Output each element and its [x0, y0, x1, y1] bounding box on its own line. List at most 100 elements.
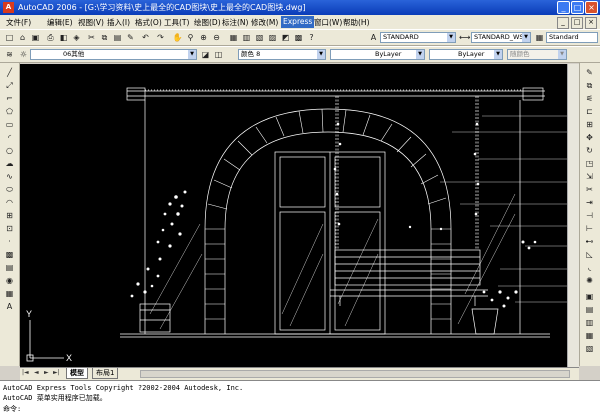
dim-style-select[interactable]: STANDARD_WS ▼	[471, 32, 531, 43]
polygon-icon[interactable]: ⬠	[4, 106, 15, 117]
ellipse-icon[interactable]: ⬭	[4, 184, 15, 195]
trim-icon[interactable]: ✂	[584, 184, 595, 195]
designcenter-icon[interactable]: ▥	[241, 32, 252, 43]
tab-layout1[interactable]: 布局1	[92, 368, 119, 379]
menu-file[interactable]: 文件(F)	[6, 17, 31, 28]
close-button[interactable]: ×	[585, 1, 598, 14]
linetype-select[interactable]: ByLayer ▼	[330, 49, 425, 60]
layer-manager-icon[interactable]: ≋	[4, 49, 15, 60]
paste-icon[interactable]: ▤	[112, 32, 123, 43]
doc-restore-button[interactable]: □	[571, 17, 583, 29]
doc-minimize-button[interactable]: _	[557, 17, 569, 29]
preview-icon[interactable]: ◧	[58, 32, 69, 43]
menu-draw[interactable]: 绘图(D)	[194, 17, 221, 28]
chamfer-icon[interactable]: ◺	[584, 249, 595, 260]
make-block-icon[interactable]: ⊡	[4, 223, 15, 234]
explode-icon[interactable]: ✺	[584, 275, 595, 286]
mtext-icon[interactable]: A	[4, 301, 15, 312]
menu-modify[interactable]: 修改(M)	[251, 17, 278, 28]
matchprop-icon[interactable]: ✎	[125, 32, 136, 43]
draworder-back-icon[interactable]: ▥	[584, 317, 595, 328]
vertical-scrollbar[interactable]	[567, 64, 579, 367]
horizontal-scrollbar[interactable]	[140, 370, 570, 378]
draworder-front-icon[interactable]: ▤	[584, 304, 595, 315]
first-tab-button[interactable]: |◄	[22, 369, 29, 376]
insert-block-icon[interactable]: ⊞	[4, 210, 15, 221]
join-icon[interactable]: ⊷	[584, 236, 595, 247]
properties-icon[interactable]: ▦	[228, 32, 239, 43]
menu-help[interactable]: 帮助(H)	[343, 17, 370, 28]
point-icon[interactable]: ·	[4, 236, 15, 247]
gradient-icon[interactable]: ▤	[4, 262, 15, 273]
markup-icon[interactable]: ◩	[280, 32, 291, 43]
line-icon[interactable]: ╱	[4, 67, 15, 78]
scale-icon[interactable]: ◳	[584, 158, 595, 169]
plot-icon[interactable]: ⎙	[45, 32, 56, 43]
menu-view[interactable]: 视图(V)	[78, 17, 104, 28]
menu-format[interactable]: 格式(O)	[135, 17, 162, 28]
menu-tools[interactable]: 工具(T)	[164, 17, 189, 28]
mirror-icon[interactable]: ⚟	[584, 93, 595, 104]
move-icon[interactable]: ✥	[584, 132, 595, 143]
zoom-realtime-icon[interactable]: ⚲	[185, 32, 196, 43]
text-front-icon[interactable]: ▦	[584, 330, 595, 341]
table-style-select[interactable]: Standard	[546, 32, 598, 43]
quickcalc-icon[interactable]: ▩	[293, 32, 304, 43]
sheetset-icon[interactable]: ▨	[267, 32, 278, 43]
arc-icon[interactable]: ◜	[4, 132, 15, 143]
break-icon[interactable]: ⊢	[584, 223, 595, 234]
prev-tab-button[interactable]: ◄	[34, 369, 39, 376]
rotate-icon[interactable]: ↻	[584, 145, 595, 156]
bring-above-icon[interactable]: ▧	[584, 343, 595, 354]
publish-icon[interactable]: ◈	[71, 32, 82, 43]
plotstyle-select[interactable]: 随颜色 ▼	[507, 49, 567, 60]
revcloud-icon[interactable]: ☁	[4, 158, 15, 169]
stretch-icon[interactable]: ⇲	[584, 171, 595, 182]
last-tab-button[interactable]: ►|	[53, 369, 60, 376]
erase-icon[interactable]: ✎	[584, 67, 595, 78]
lineweight-select[interactable]: ByLayer ▼	[429, 49, 503, 60]
redo-icon[interactable]: ↷	[155, 32, 166, 43]
zoom-window-icon[interactable]: ⊕	[198, 32, 209, 43]
rectangle-icon[interactable]: ▭	[4, 119, 15, 130]
extend-icon[interactable]: ⇥	[584, 197, 595, 208]
menu-window[interactable]: 窗口(W)	[314, 17, 342, 28]
tab-model[interactable]: 模型	[66, 368, 88, 379]
circle-icon[interactable]: ○	[4, 145, 15, 156]
new-icon[interactable]: □	[4, 32, 15, 43]
layer-previous-icon[interactable]: ◫	[213, 49, 224, 60]
toolpalettes-icon[interactable]: ▧	[254, 32, 265, 43]
make-current-icon[interactable]: ◪	[200, 49, 211, 60]
text-style-select[interactable]: STANDARD ▼	[380, 32, 456, 43]
break-point-icon[interactable]: ⊣	[584, 210, 595, 221]
open-icon[interactable]: ⌂	[17, 32, 28, 43]
region-icon[interactable]: ◉	[4, 275, 15, 286]
copy-icon[interactable]: ⧉	[99, 32, 110, 43]
array-icon[interactable]: ⊞	[584, 119, 595, 130]
copy-object-icon[interactable]: ⧉	[584, 80, 595, 91]
drawing-canvas[interactable]: Y X	[20, 64, 567, 367]
help-icon[interactable]: ?	[306, 32, 317, 43]
draworder-icon[interactable]: ▣	[584, 291, 595, 302]
spline-icon[interactable]: ∿	[4, 171, 15, 182]
zoom-previous-icon[interactable]: ⊖	[211, 32, 222, 43]
cut-icon[interactable]: ✂	[86, 32, 97, 43]
menu-insert[interactable]: 插入(I)	[107, 17, 130, 28]
color-select[interactable]: 颜色 8 ▼	[238, 49, 326, 60]
xline-icon[interactable]: ⤢	[4, 80, 15, 91]
menu-edit[interactable]: 编辑(E)	[47, 17, 73, 28]
table-icon[interactable]: ▦	[4, 288, 15, 299]
fillet-icon[interactable]: ◟	[584, 262, 595, 273]
maximize-button[interactable]: □	[571, 1, 584, 14]
minimize-button[interactable]: _	[557, 1, 570, 14]
menu-dimension[interactable]: 标注(N)	[222, 17, 248, 28]
offset-icon[interactable]: ⊏	[584, 106, 595, 117]
hatch-icon[interactable]: ▩	[4, 249, 15, 260]
layer-select[interactable]: 06其他 ▼	[30, 49, 197, 60]
next-tab-button[interactable]: ►	[44, 369, 49, 376]
doc-close-button[interactable]: ×	[585, 17, 597, 29]
polyline-icon[interactable]: ⌐	[4, 93, 15, 104]
ellipse-arc-icon[interactable]: ◠	[4, 197, 15, 208]
save-icon[interactable]: ▣	[30, 32, 41, 43]
pan-icon[interactable]: ✋	[172, 32, 183, 43]
